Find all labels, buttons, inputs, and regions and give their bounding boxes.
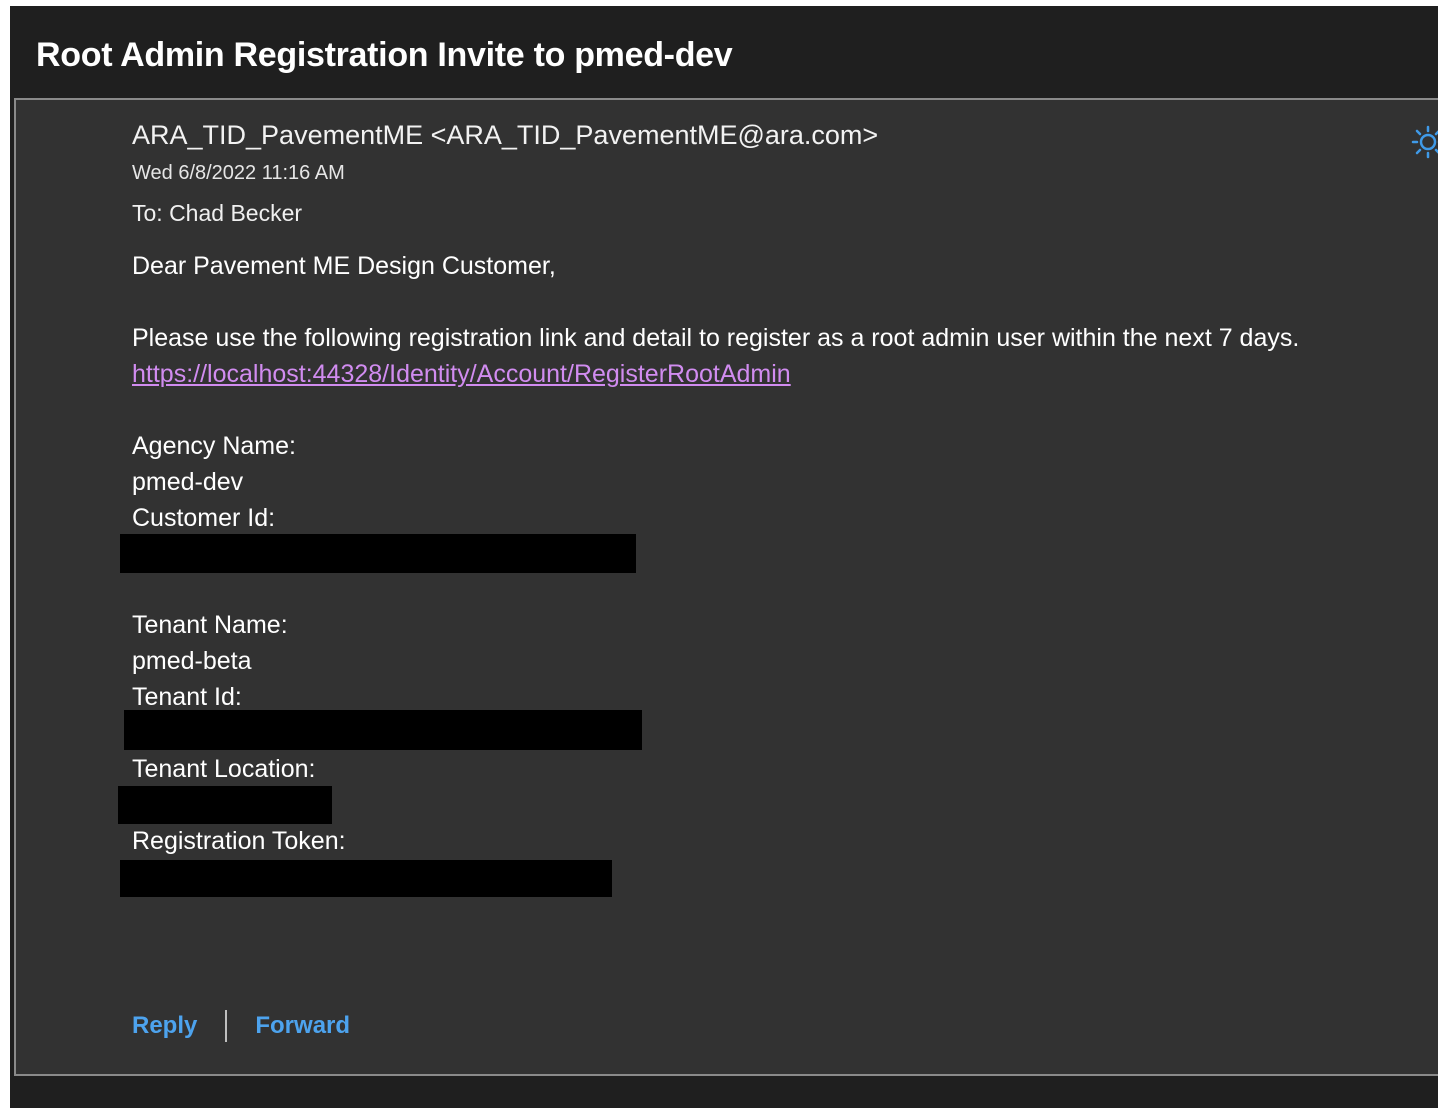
tenant-name-label: Tenant Name: [132,611,288,639]
email-window: Root Admin Registration Invite to pmed-d… [10,6,1438,1108]
tenant-id-label: Tenant Id: [132,683,242,711]
instructions-text: Please use the following registration li… [132,324,1300,352]
greeting: Dear Pavement ME Design Customer, [132,252,556,280]
agency-name-label: Agency Name: [132,432,296,460]
sent-date: Wed 6/8/2022 11:16 AM [132,162,345,184]
agency-name-value: pmed-dev [132,468,244,496]
tenant-id-redaction [124,710,642,750]
registration-token-redaction [120,860,612,897]
tenant-location-redaction [118,786,332,824]
registration-link[interactable]: https://localhost:44328/Identity/Account… [132,360,791,388]
reply-button[interactable]: Reply [132,1012,197,1040]
tenant-location-label: Tenant Location: [132,755,316,783]
forward-button[interactable]: Forward [255,1012,350,1040]
tenant-name-value: pmed-beta [132,647,252,675]
recipient: To: Chad Becker [132,200,303,226]
email-actions: Reply Forward [132,1006,350,1046]
customer-id-redaction [120,534,636,573]
action-divider [225,1010,228,1042]
sun-icon[interactable] [1408,124,1438,160]
email-reading-pane: ARA_TID_PavementME <ARA_TID_PavementME@a… [14,98,1438,1076]
registration-link-line: https://localhost:44328/Identity/Account… [132,360,791,389]
email-subject: Root Admin Registration Invite to pmed-d… [36,36,733,74]
sender[interactable]: ARA_TID_PavementME <ARA_TID_PavementME@a… [132,120,878,151]
registration-token-label: Registration Token: [132,827,346,855]
customer-id-label: Customer Id: [132,504,276,532]
